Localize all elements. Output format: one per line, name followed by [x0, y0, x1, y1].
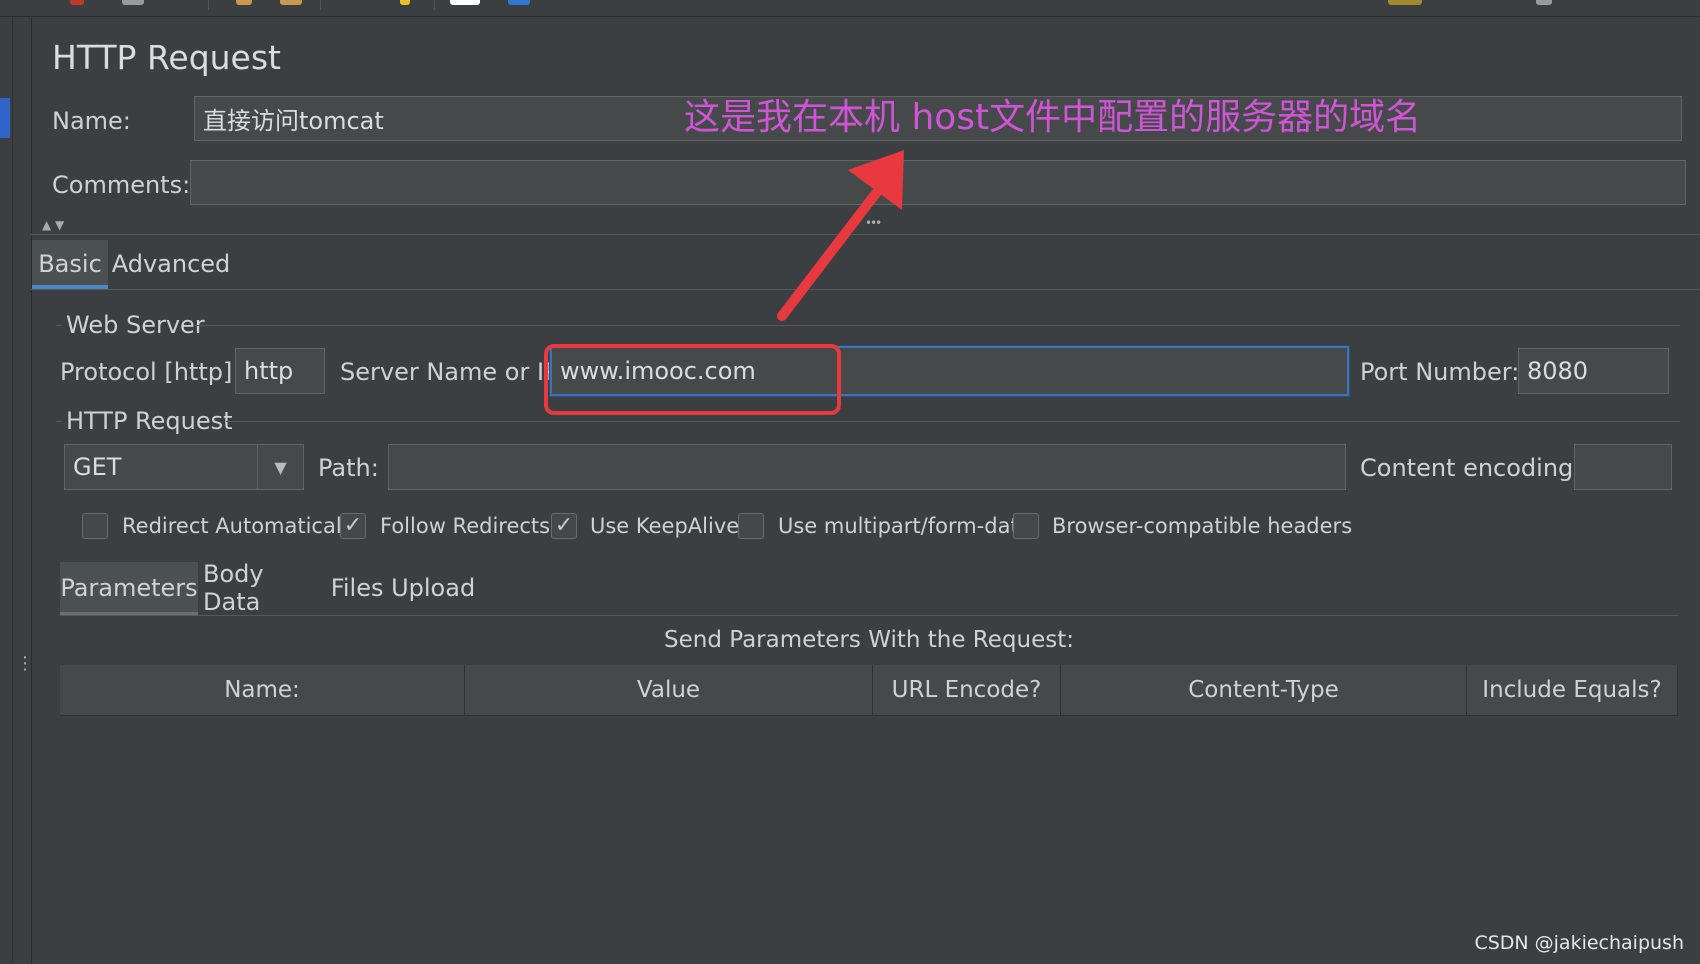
annotation-text: 这是我在本机 host文件中配置的服务器的域名 — [684, 97, 1422, 138]
search-icon[interactable] — [400, 0, 410, 5]
clear-all-icon[interactable] — [280, 0, 302, 5]
server-name-label: Server Name or IP: — [340, 358, 567, 386]
group-border — [56, 325, 62, 326]
column-header-include-equals[interactable]: Include Equals? — [1467, 665, 1678, 716]
toolbar — [0, 0, 1700, 17]
use-multipart-label: Use multipart/form-data — [778, 514, 1032, 538]
status-indicator-icon — [1536, 0, 1552, 5]
checkmark-icon: ✓ — [554, 513, 574, 538]
toolbar-separator — [434, 0, 435, 10]
path-label: Path: — [318, 454, 379, 482]
highlight-box — [544, 344, 841, 415]
clear-icon[interactable] — [122, 0, 144, 5]
divider — [31, 234, 1700, 235]
column-header-content-type[interactable]: Content-Type — [1061, 665, 1467, 716]
tabs-divider — [31, 289, 1700, 290]
browser-compatible-headers-checkbox[interactable] — [1013, 513, 1039, 539]
use-multipart-checkbox[interactable] — [738, 513, 764, 539]
redirect-automatically-label: Redirect Automatically — [122, 514, 360, 538]
follow-redirects-label: Follow Redirects — [380, 514, 551, 538]
toolbar-separator — [320, 0, 321, 10]
tab-files-upload[interactable]: Files Upload — [330, 562, 476, 614]
web-server-group-title: Web Server — [66, 311, 205, 339]
function-helper-icon[interactable] — [450, 0, 480, 5]
warning-icon — [1388, 0, 1422, 5]
comments-label: Comments: — [52, 171, 191, 199]
splitter-handle-icon[interactable]: ⋮ — [16, 655, 34, 689]
column-header-value[interactable]: Value — [465, 665, 873, 716]
help-icon[interactable] — [508, 0, 530, 5]
drag-handle-icon[interactable]: ••• — [865, 216, 882, 230]
collapse-arrows-icon[interactable]: ▲ ▼ — [42, 218, 64, 232]
tab-parameters[interactable]: Parameters — [60, 562, 198, 614]
group-border — [226, 421, 1680, 422]
group-border — [193, 325, 1680, 326]
parameters-caption: Send Parameters With the Request: — [664, 627, 1074, 653]
content-encoding-label: Content encoding: — [1360, 454, 1582, 482]
parameters-table-body[interactable] — [60, 716, 1678, 956]
protocol-label: Protocol [http]: — [60, 358, 241, 386]
content-encoding-field[interactable] — [1574, 444, 1672, 490]
path-field[interactable] — [388, 444, 1346, 490]
method-value: GET — [73, 453, 122, 481]
follow-redirects-checkbox[interactable]: ✓ — [340, 513, 366, 539]
checkmark-icon: ✓ — [343, 513, 363, 538]
tab-body-data[interactable]: Body Data — [203, 560, 323, 616]
group-border — [56, 421, 62, 422]
stop-icon[interactable] — [70, 0, 84, 5]
redirect-automatically-checkbox[interactable] — [82, 513, 108, 539]
use-keepalive-checkbox[interactable]: ✓ — [551, 513, 577, 539]
column-header-url-encode[interactable]: URL Encode? — [873, 665, 1061, 716]
subtabs-divider — [60, 615, 1678, 616]
chevron-down-icon[interactable]: ▼ — [257, 445, 303, 489]
port-number-field[interactable]: 8080 — [1518, 348, 1669, 394]
comments-field[interactable] — [190, 160, 1686, 205]
watermark: CSDN @jakiechaipush — [1474, 932, 1684, 954]
use-keepalive-label: Use KeepAlive — [590, 514, 740, 538]
tab-basic[interactable]: Basic — [32, 240, 108, 287]
protocol-field[interactable]: http — [235, 348, 325, 394]
broom-icon[interactable] — [236, 0, 252, 5]
test-plan-tree-panel[interactable] — [0, 17, 32, 964]
port-number-label: Port Number: — [1360, 358, 1520, 386]
http-request-group-title: HTTP Request — [66, 407, 233, 435]
tab-advanced[interactable]: Advanced — [112, 240, 231, 287]
toolbar-separator — [208, 0, 209, 10]
column-header-name[interactable]: Name: — [60, 665, 465, 716]
method-select[interactable]: GET ▼ — [64, 444, 304, 490]
tree-divider — [12, 17, 13, 964]
page-title: HTTP Request — [52, 38, 281, 77]
name-label: Name: — [52, 107, 131, 135]
tree-selected-item[interactable] — [0, 98, 10, 138]
browser-compatible-headers-label: Browser-compatible headers — [1052, 514, 1353, 538]
